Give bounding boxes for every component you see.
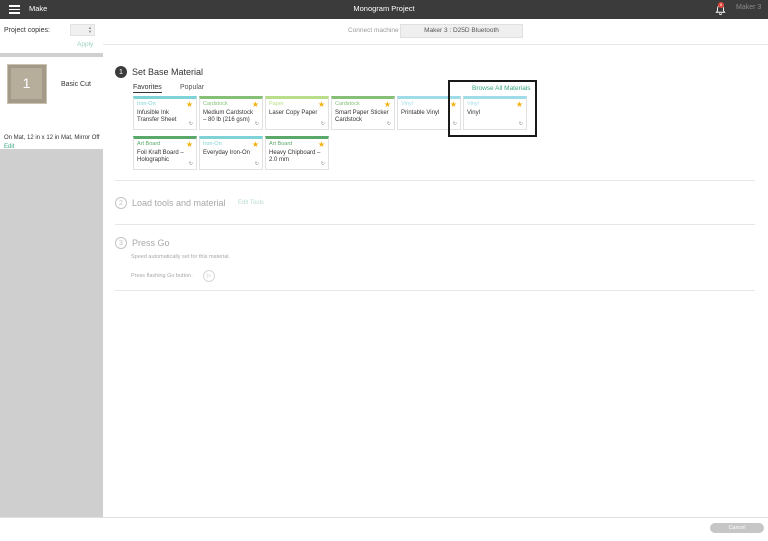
step-3-title: Press Go: [132, 238, 170, 248]
favorite-star-icon[interactable]: ★: [186, 100, 193, 109]
step-1-number: 1: [115, 66, 127, 78]
material-card[interactable]: Iron-On Infusible Ink Transfer Sheet ★ ↻: [133, 96, 197, 130]
material-category: Art Board: [137, 141, 161, 147]
cancel-button[interactable]: Cancel: [710, 523, 764, 533]
step-2-title: Load tools and material: [132, 198, 226, 208]
sync-icon: ↻: [320, 121, 325, 127]
highlight-box: [448, 80, 537, 137]
notification-badge: 8: [718, 2, 724, 8]
top-bar: Make Monogram Project 8 Maker 3: [0, 0, 768, 19]
tab-popular[interactable]: Popular: [180, 84, 204, 91]
section-divider: [115, 290, 755, 291]
material-category: Paper: [269, 101, 284, 107]
material-card[interactable]: Cardstock Medium Cardstock – 80 lb (216 g…: [199, 96, 263, 130]
play-icon: ▷: [206, 273, 212, 279]
tab-favorites[interactable]: Favorites: [133, 84, 162, 93]
main-panel: Connect machine Maker 3 : D25D Bluetooth…: [103, 19, 768, 517]
edit-tools-link[interactable]: Edit Tools: [238, 200, 264, 206]
section-divider: [115, 180, 755, 181]
header-divider: [103, 44, 768, 45]
mat-info: On Mat, 12 in x 12 in Mat, Mirror Off: [4, 135, 100, 141]
go-button[interactable]: ▷: [203, 270, 215, 282]
material-name: Foil Kraft Board – Holographic: [137, 150, 184, 163]
favorite-star-icon[interactable]: ★: [318, 100, 325, 109]
connect-machine-select[interactable]: Maker 3 : D25D Bluetooth: [400, 24, 523, 38]
material-card[interactable]: Paper Laser Copy Paper ★ ↻: [265, 96, 329, 130]
material-card[interactable]: Art Board Foil Kraft Board – Holographic ★…: [133, 136, 197, 170]
mat-number: 1: [11, 68, 42, 99]
sync-icon: ↻: [254, 161, 259, 167]
material-category: Art Board: [269, 141, 293, 147]
project-copies-label: Project copies:: [4, 27, 50, 34]
press-go-note: Press flashing Go button.: [131, 273, 193, 279]
material-name: Smart Paper Sticker Cardstock: [335, 110, 389, 123]
material-category: Cardstock: [203, 101, 228, 107]
sync-icon: ↻: [188, 161, 193, 167]
material-category: Vinyl: [401, 101, 413, 107]
sync-icon: ↻: [188, 121, 193, 127]
material-name: Everyday Iron-On: [203, 150, 251, 156]
sync-icon: ↻: [320, 161, 325, 167]
material-name: Infusible Ink Transfer Sheet: [137, 110, 177, 123]
machine-label[interactable]: Maker 3: [736, 4, 761, 11]
sync-icon: ↻: [386, 121, 391, 127]
favorite-star-icon[interactable]: ★: [252, 140, 259, 149]
material-card[interactable]: Iron-On Everyday Iron-On ★ ↻: [199, 136, 263, 170]
stepper-arrows-icon[interactable]: ▲ ▼: [88, 26, 92, 34]
apply-button[interactable]: Apply: [77, 41, 93, 48]
material-name: Heavy Chipboard – 2.0 mm: [269, 150, 321, 163]
favorite-star-icon[interactable]: ★: [186, 140, 193, 149]
favorite-star-icon[interactable]: ★: [252, 100, 259, 109]
favorite-star-icon[interactable]: ★: [318, 140, 325, 149]
material-category: Iron-On: [137, 101, 156, 107]
favorite-star-icon[interactable]: ★: [384, 100, 391, 109]
sync-icon: ↻: [254, 121, 259, 127]
material-name: Medium Cardstock – 80 lb (216 gsm): [203, 110, 254, 123]
material-name: Laser Copy Paper: [269, 110, 318, 116]
material-card[interactable]: Cardstock Smart Paper Sticker Cardstock ★ ↻: [331, 96, 395, 130]
material-category: Iron-On: [203, 141, 222, 147]
connect-machine-label: Connect machine: [348, 27, 399, 34]
project-copies-stepper[interactable]: ▲ ▼: [70, 24, 95, 36]
mat-preview[interactable]: 1: [7, 64, 47, 104]
left-panel: Project copies: ▲ ▼ Apply 1 Basic Cut On …: [0, 19, 103, 517]
material-card[interactable]: Art Board Heavy Chipboard – 2.0 mm ★ ↻: [265, 136, 329, 170]
section-divider: [115, 224, 755, 225]
step-2-number: 2: [115, 197, 127, 209]
cut-type-label: Basic Cut: [61, 81, 91, 88]
project-title: Monogram Project: [353, 4, 415, 13]
bottom-bar: Cancel: [0, 517, 768, 541]
speed-note: Speed automatically set for this materia…: [131, 254, 231, 260]
material-category: Cardstock: [335, 101, 360, 107]
step-1-title: Set Base Material: [132, 67, 204, 77]
mat-card[interactable]: 1 Basic Cut On Mat, 12 in x 12 in Mat, M…: [0, 57, 103, 150]
project-copies-section: Project copies: ▲ ▼ Apply: [0, 19, 103, 53]
material-name: Printable Vinyl: [401, 110, 440, 116]
step-3-number: 3: [115, 237, 127, 249]
edit-mat-link[interactable]: Edit: [4, 144, 14, 150]
